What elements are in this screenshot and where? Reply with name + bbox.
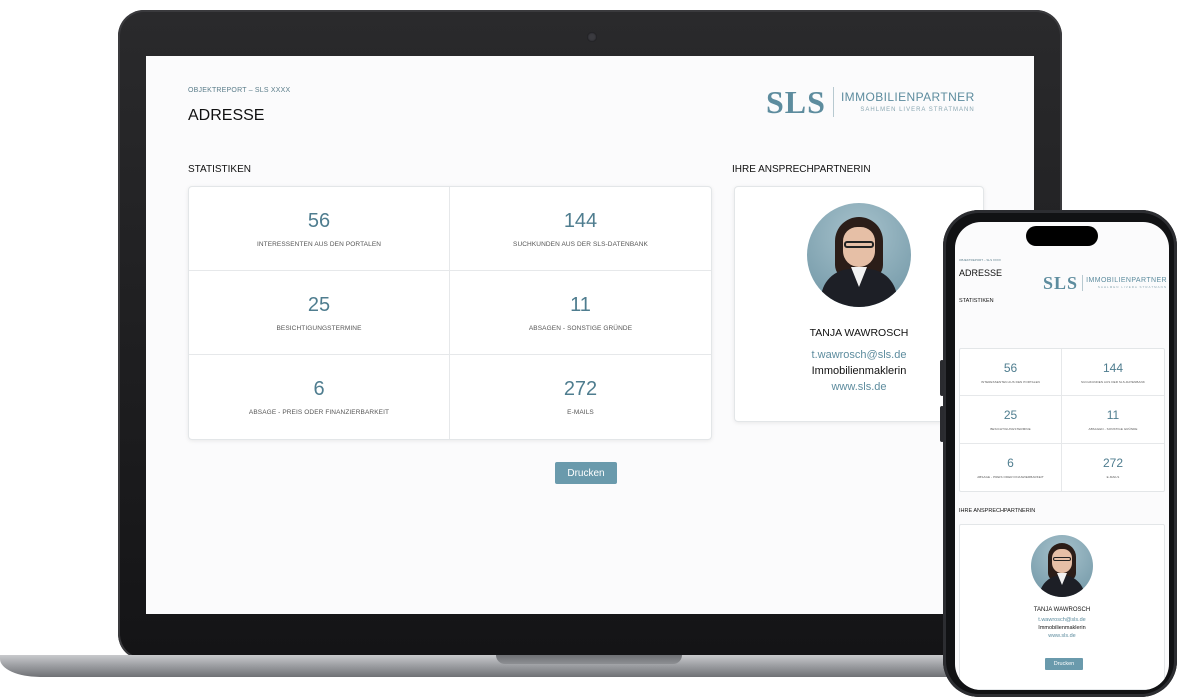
stats-card: 56 INTERESSENTEN AUS DEN PORTALEN 144 SU… [188, 186, 712, 440]
stat-value: 25 [307, 293, 331, 316]
company-logo: SLS IMMOBILIENPARTNER SAHLMEN LIVERA STR… [1043, 272, 1167, 294]
logo-text: IMMOBILIENPARTNER SAHLMEN LIVERA STRATMA… [1086, 277, 1167, 289]
stat-label: INTERESSENTEN AUS DEN PORTALEN [256, 240, 382, 248]
print-button[interactable]: Drucken [1045, 658, 1083, 670]
stat-label: ABSAGE - PREIS ODER FINANZIERBARKEIT [977, 474, 1044, 479]
stat-cell: 56 INTERESSENTEN AUS DEN PORTALEN [960, 349, 1062, 397]
stat-value: 25 [1003, 407, 1018, 422]
stat-cell: 272 E-MAILS [450, 355, 711, 439]
stat-value: 56 [1003, 360, 1018, 375]
stat-cell: 144 SUCHKUNDEN AUS DER SLS-DATENBANK [1062, 349, 1164, 397]
breadcrumb: OBJEKTREPORT – SLS XXXX [959, 258, 1001, 262]
stat-value: 11 [570, 293, 591, 316]
stat-value: 272 [563, 378, 598, 400]
logo-mark: SLS [766, 83, 826, 120]
contact-name: TANJA WAWROSCH [809, 327, 909, 339]
stat-label: SUCHKUNDEN AUS DER SLS-DATENBANK [1081, 379, 1145, 384]
phone-side-button [940, 406, 944, 442]
stat-cell: 144 SUCHKUNDEN AUS DER SLS-DATENBANK [450, 187, 711, 271]
stat-label: E-MAILS [567, 409, 594, 416]
stat-value: 56 [307, 209, 331, 232]
stats-heading: STATISTIKEN [188, 164, 251, 175]
contact-heading: IHRE ANSPRECHPARTNERIN [732, 164, 871, 175]
stat-cell: 25 BESICHTIGUNGSTERMINE [960, 396, 1062, 444]
laptop-screen: OBJEKTREPORT – SLS XXXX ADRESSE SLS IMMO… [146, 56, 1034, 614]
stat-label: SUCHKUNDEN AUS DER SLS-DATENBANK [513, 240, 648, 248]
stat-cell: 6 ABSAGE - PREIS ODER FINANZIERBARKEIT [189, 355, 450, 439]
logo-divider [832, 87, 834, 117]
stat-label: ABSAGEN - SONSTIGE GRÜNDE [1088, 426, 1138, 431]
stat-cell: 11 ABSAGEN - SONSTIGE GRÜNDE [450, 271, 711, 355]
phone-screen: OBJEKTREPORT – SLS XXXX ADRESSE SLS IMMO… [955, 222, 1169, 690]
stat-label: E-MAILS [1106, 474, 1120, 479]
stat-label: ABSAGE - PREIS ODER FINANZIERBARKEIT [248, 409, 390, 416]
stat-cell: 11 ABSAGEN - SONSTIGE GRÜNDE [1062, 396, 1164, 444]
avatar [807, 203, 911, 307]
stat-cell: 272 E-MAILS [1062, 444, 1164, 491]
stat-cell: 56 INTERESSENTEN AUS DEN PORTALEN [189, 187, 450, 271]
stat-label: BESICHTIGUNGSTERMINE [276, 324, 362, 332]
stat-value: 144 [563, 209, 598, 232]
contact-name: TANJA WAWROSCH [1033, 607, 1091, 613]
stat-value: 272 [1102, 455, 1124, 470]
logo-text: IMMOBILIENPARTNER SAHLMEN LIVERA STRATMA… [841, 91, 975, 113]
stats-card: 56 INTERESSENTEN AUS DEN PORTALEN 144 SU… [959, 348, 1165, 492]
camera-icon [587, 32, 597, 42]
stat-value: 6 [1007, 455, 1014, 470]
stat-cell: 25 BESICHTIGUNGSTERMINE [189, 271, 450, 355]
stat-value: 144 [1102, 360, 1124, 375]
company-logo: SLS IMMOBILIENPARTNER SAHLMEN LIVERA STR… [766, 82, 1006, 122]
page-title: ADRESSE [188, 107, 265, 124]
stat-label: BESICHTIGUNGSTERMINE [990, 426, 1031, 431]
object-report: OBJEKTREPORT – SLS XXXX ADRESSE SLS IMMO… [146, 56, 1034, 614]
dynamic-island [1026, 226, 1098, 246]
stats-heading: STATISTIKEN [959, 298, 994, 304]
stat-label: ABSAGEN - SONSTIGE GRÜNDE [528, 324, 633, 332]
logo-name: IMMOBILIENPARTNER [1086, 277, 1167, 284]
stat-cell: 6 ABSAGE - PREIS ODER FINANZIERBARKEIT [960, 443, 1062, 491]
logo-tagline: SAHLMEN LIVERA STRATMANN [1097, 285, 1167, 289]
page-title: ADRESSE [959, 268, 1003, 278]
stat-label: INTERESSENTEN AUS DEN PORTALEN [981, 379, 1040, 384]
logo-mark: SLS [1043, 272, 1079, 293]
logo-name: IMMOBILIENPARTNER [840, 90, 975, 104]
contact-heading: IHRE ANSPRECHPARTNERIN [959, 508, 1036, 514]
laptop-hinge-notch [496, 655, 682, 664]
contact-website-link[interactable]: www.sls.de [1048, 633, 1076, 639]
print-button[interactable]: Drucken [555, 462, 617, 484]
contact-website-link[interactable]: www.sls.de [831, 381, 886, 393]
breadcrumb: OBJEKTREPORT – SLS XXXX [188, 87, 291, 94]
contact-email-link[interactable]: t.wawrosch@sls.de [1038, 617, 1085, 623]
contact-role: Immobilienmaklerin [811, 365, 907, 377]
stat-value: 6 [313, 378, 325, 400]
avatar [1031, 535, 1093, 597]
phone-side-button [940, 360, 944, 396]
mobile-object-report: OBJEKTREPORT – SLS XXXX ADRESSE SLS IMMO… [955, 222, 1169, 690]
logo-tagline: SAHLMEN LIVERA STRATMANN [860, 107, 975, 113]
contact-role: Immobilienmaklerin [1038, 625, 1086, 631]
stat-value: 11 [1106, 407, 1120, 422]
contact-email-link[interactable]: t.wawrosch@sls.de [812, 349, 907, 361]
